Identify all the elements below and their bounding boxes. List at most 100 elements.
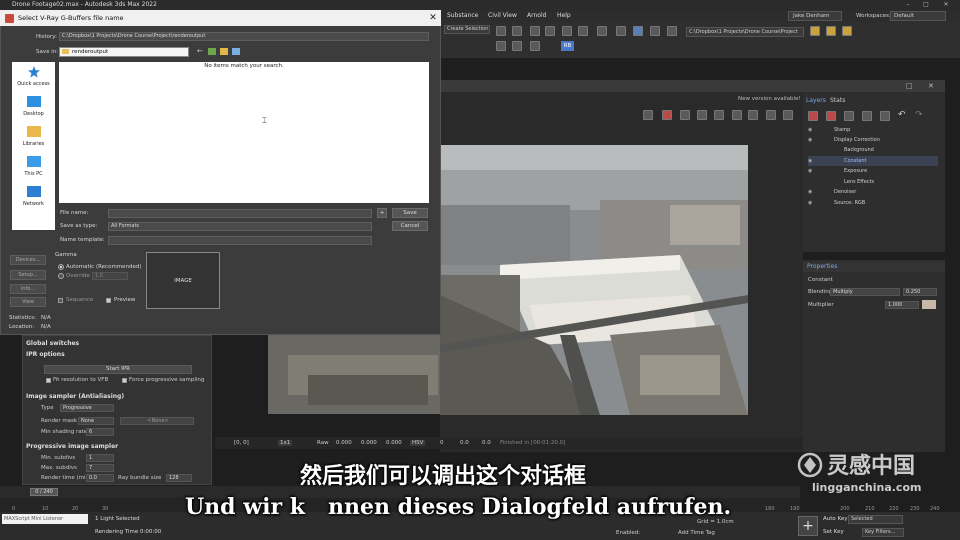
menu-help[interactable]: Help <box>557 10 571 22</box>
ipr-options-rollout[interactable]: IPR options <box>26 351 65 358</box>
back-icon[interactable]: ← <box>197 47 203 55</box>
vfb-load-icon[interactable] <box>680 110 690 120</box>
add-key-icon[interactable]: + <box>798 516 818 536</box>
gamma-automatic-radio[interactable] <box>58 264 64 270</box>
eye-icon[interactable]: ◉ <box>808 125 812 135</box>
global-switches-rollout[interactable]: Global switches <box>26 340 79 347</box>
menu-civil-view[interactable]: Civil View <box>488 10 517 22</box>
min-subdivs-input[interactable]: 1 <box>86 454 114 462</box>
project-folder-icon[interactable] <box>810 26 820 36</box>
vfb-stop-icon[interactable] <box>766 110 776 120</box>
eye-icon[interactable]: ◉ <box>808 187 812 197</box>
place-this-pc[interactable]: This PC <box>12 171 55 177</box>
browse-folder-icon[interactable] <box>842 26 852 36</box>
eye-icon[interactable]: ◉ <box>808 198 812 208</box>
vfb-ipr-icon[interactable] <box>748 110 758 120</box>
render-time-input[interactable]: 0.0 <box>86 474 114 482</box>
sequence-checkbox[interactable] <box>58 298 63 303</box>
add-time-tag[interactable]: Add Time Tag <box>678 530 715 536</box>
layer-delete-icon[interactable] <box>826 111 836 121</box>
key-selection-dropdown[interactable]: Selected <box>848 515 903 524</box>
key-filters-button[interactable]: Key Filters... <box>862 528 904 537</box>
info-button[interactable]: Info... <box>10 284 46 294</box>
layer-row[interactable]: ◉ Stamp <box>808 125 938 135</box>
image-sampler-rollout[interactable]: Image sampler (Antialiasing) <box>26 393 124 400</box>
dialog-close-icon[interactable]: ✕ <box>425 10 441 26</box>
rb-button[interactable]: RB <box>561 41 574 51</box>
scene-explorer-icon[interactable] <box>545 26 555 36</box>
maxscript-listener-input[interactable]: MAXScript Mini Listener <box>2 514 88 524</box>
view-button[interactable]: View <box>10 297 46 307</box>
up-folder-icon[interactable] <box>208 48 216 55</box>
gamma-override-radio[interactable] <box>58 273 64 279</box>
save-as-type-dropdown[interactable]: All Formats <box>108 222 372 231</box>
place-desktop[interactable]: Desktop <box>12 111 55 117</box>
blending-amount-input[interactable]: 0.250 <box>903 288 937 296</box>
tab-stats[interactable]: Stats <box>830 97 845 104</box>
layer-row[interactable]: ◉ Exposure <box>808 166 938 176</box>
devices-button[interactable]: Devices... <box>10 255 46 265</box>
user-account-dropdown[interactable]: Jake Denham <box>788 11 842 21</box>
layer-explorer-icon[interactable] <box>530 26 540 36</box>
force-progressive-checkbox[interactable] <box>122 378 127 383</box>
cancel-button[interactable]: Cancel <box>392 221 428 231</box>
minimize-icon[interactable]: – <box>900 0 916 10</box>
eye-icon[interactable]: ◉ <box>808 135 812 145</box>
render-frame-icon[interactable] <box>633 26 643 36</box>
layer-row[interactable]: ◉ Display Correction <box>808 135 938 145</box>
vfb-save-all-icon[interactable] <box>662 110 672 120</box>
max-subdivs-input[interactable]: 7 <box>86 464 114 472</box>
mirror-icon[interactable] <box>512 26 522 36</box>
close-icon[interactable]: ✕ <box>938 0 954 10</box>
layer-row[interactable]: Background <box>808 145 938 155</box>
open-folder-icon[interactable] <box>826 26 836 36</box>
layer-row[interactable]: ◉ Denoiser <box>808 187 938 197</box>
curve-editor-icon[interactable] <box>562 26 572 36</box>
save-in-dropdown[interactable]: renderoutput <box>59 47 189 57</box>
vfb-region-icon[interactable] <box>714 110 724 120</box>
vfb-compare-icon[interactable] <box>697 110 707 120</box>
history-dropdown[interactable]: C:\Dropbox\1 Projects\Drone Course\Proje… <box>59 32 429 41</box>
vfb-close-icon[interactable]: ✕ <box>928 82 934 90</box>
vfb-zoom-mode[interactable]: 1x1 <box>278 440 293 446</box>
layer-row[interactable]: ◉ Source: RGB <box>808 198 938 208</box>
file-name-input[interactable] <box>108 209 372 218</box>
name-template-dropdown[interactable] <box>108 236 372 245</box>
place-libraries[interactable]: Libraries <box>12 141 55 147</box>
set-key-button[interactable]: Set Key <box>823 529 844 535</box>
min-shading-input[interactable]: 6 <box>86 428 114 436</box>
schematic-view-icon[interactable] <box>578 26 588 36</box>
render-mask-object[interactable]: <None> <box>120 417 194 425</box>
menu-arnold[interactable]: Arnold <box>527 10 546 22</box>
time-slider-handle[interactable]: 0 / 240 <box>30 488 58 496</box>
vfb-save-icon[interactable] <box>643 110 653 120</box>
layer-reset-icon[interactable] <box>880 111 890 121</box>
place-network[interactable]: Network <box>12 201 55 207</box>
start-ipr-button[interactable]: Start IPR <box>44 365 192 374</box>
multiplier-input[interactable]: 1.000 <box>885 301 919 309</box>
new-folder-icon[interactable] <box>220 48 228 55</box>
gamma-override-input[interactable]: 1.0 <box>92 272 128 280</box>
undo-icon[interactable]: ↶ <box>898 110 906 120</box>
blending-dropdown[interactable]: Multiply <box>830 288 900 296</box>
color-swatch[interactable] <box>922 300 936 309</box>
workspaces-dropdown[interactable]: Default <box>890 11 946 21</box>
preview-checkbox[interactable] <box>106 298 111 303</box>
tab-layers[interactable]: Layers <box>806 97 826 104</box>
menu-substance[interactable]: Substance <box>447 10 478 22</box>
eye-icon[interactable]: ◉ <box>808 156 812 166</box>
layer-create-icon[interactable] <box>808 111 818 121</box>
project-path-field[interactable]: C:\Dropbox\1 Projects\Drone Course\Proje… <box>686 27 804 37</box>
vfb-maximize-icon[interactable]: □ <box>906 82 913 90</box>
render-mask-dropdown[interactable]: None <box>78 417 114 425</box>
progressive-sampler-rollout[interactable]: Progressive image sampler <box>26 443 118 450</box>
material-editor-icon[interactable] <box>597 26 607 36</box>
redo-icon[interactable]: ↷ <box>915 110 923 120</box>
link-icon[interactable] <box>496 41 506 51</box>
unlink-icon[interactable] <box>512 41 522 51</box>
place-quick-access[interactable]: Quick access <box>12 81 55 87</box>
view-menu-icon[interactable] <box>232 48 240 55</box>
add-name-button[interactable]: + <box>377 208 387 218</box>
render-icon[interactable] <box>650 26 660 36</box>
selection-set-dropdown[interactable]: Create Selection Se <box>444 25 490 34</box>
